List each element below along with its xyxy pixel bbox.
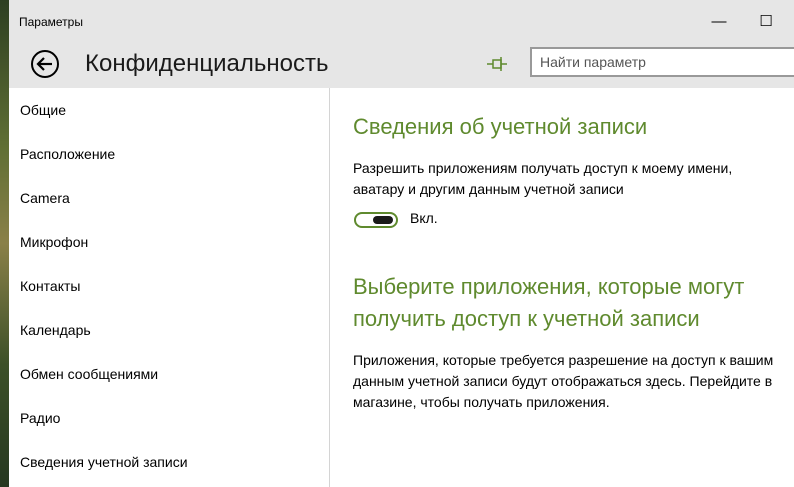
back-button[interactable]	[30, 49, 60, 79]
pin-icon	[487, 57, 507, 71]
settings-window: Параметры — ☐ Конфиденциальность Общие	[9, 0, 794, 487]
window-title: Параметры	[19, 15, 83, 29]
sidebar-item-account-info[interactable]: Сведения учетной записи	[20, 451, 188, 473]
apps-description-line-2: данным учетной записи будут отображаться…	[353, 373, 773, 389]
account-access-toggle[interactable]	[354, 212, 398, 228]
page-title: Конфиденциальность	[85, 50, 329, 77]
main-content: Сведения об учетной записи Разрешить при…	[330, 88, 794, 487]
toggle-knob	[373, 216, 393, 224]
sidebar-item-radio[interactable]: Радио	[20, 407, 60, 429]
apps-description-line-1: Приложения, которые требуется разрешение…	[353, 352, 774, 368]
sidebar-item-microphone[interactable]: Микрофон	[20, 231, 88, 253]
sidebar: Общие Расположение Camera Микрофон Конта…	[9, 88, 329, 487]
search-box[interactable]	[530, 47, 794, 77]
section-title-choose-apps-line-2: получить доступ к учетной записи	[353, 306, 700, 331]
sidebar-item-contacts[interactable]: Контакты	[20, 275, 80, 297]
toggle-state-label: Вкл.	[410, 210, 438, 226]
sidebar-item-messaging[interactable]: Обмен сообщениями	[20, 363, 158, 385]
account-access-description-line-2: аватару и другим данным учетной записи	[353, 181, 624, 197]
sidebar-item-calendar[interactable]: Календарь	[20, 319, 91, 341]
minimize-button[interactable]: —	[704, 10, 734, 34]
back-arrow-icon	[31, 50, 59, 78]
desktop-background	[0, 0, 9, 487]
sidebar-item-camera[interactable]: Camera	[20, 187, 70, 209]
apps-description-line-3: магазине, чтобы получать приложения.	[353, 394, 610, 410]
account-access-description-line-1: Разрешить приложениям получать доступ к …	[353, 160, 733, 176]
search-input[interactable]	[532, 49, 780, 75]
sidebar-item-location[interactable]: Расположение	[20, 143, 115, 165]
sidebar-item-general[interactable]: Общие	[20, 99, 66, 121]
section-title-account-info: Сведения об учетной записи	[353, 114, 648, 139]
section-title-choose-apps-line-1: Выберите приложения, которые могут	[353, 274, 745, 299]
pin-button[interactable]	[485, 54, 509, 74]
title-bar: Параметры — ☐	[9, 0, 794, 41]
maximize-button[interactable]: ☐	[751, 10, 781, 34]
page-header: Конфиденциальность	[9, 41, 794, 88]
